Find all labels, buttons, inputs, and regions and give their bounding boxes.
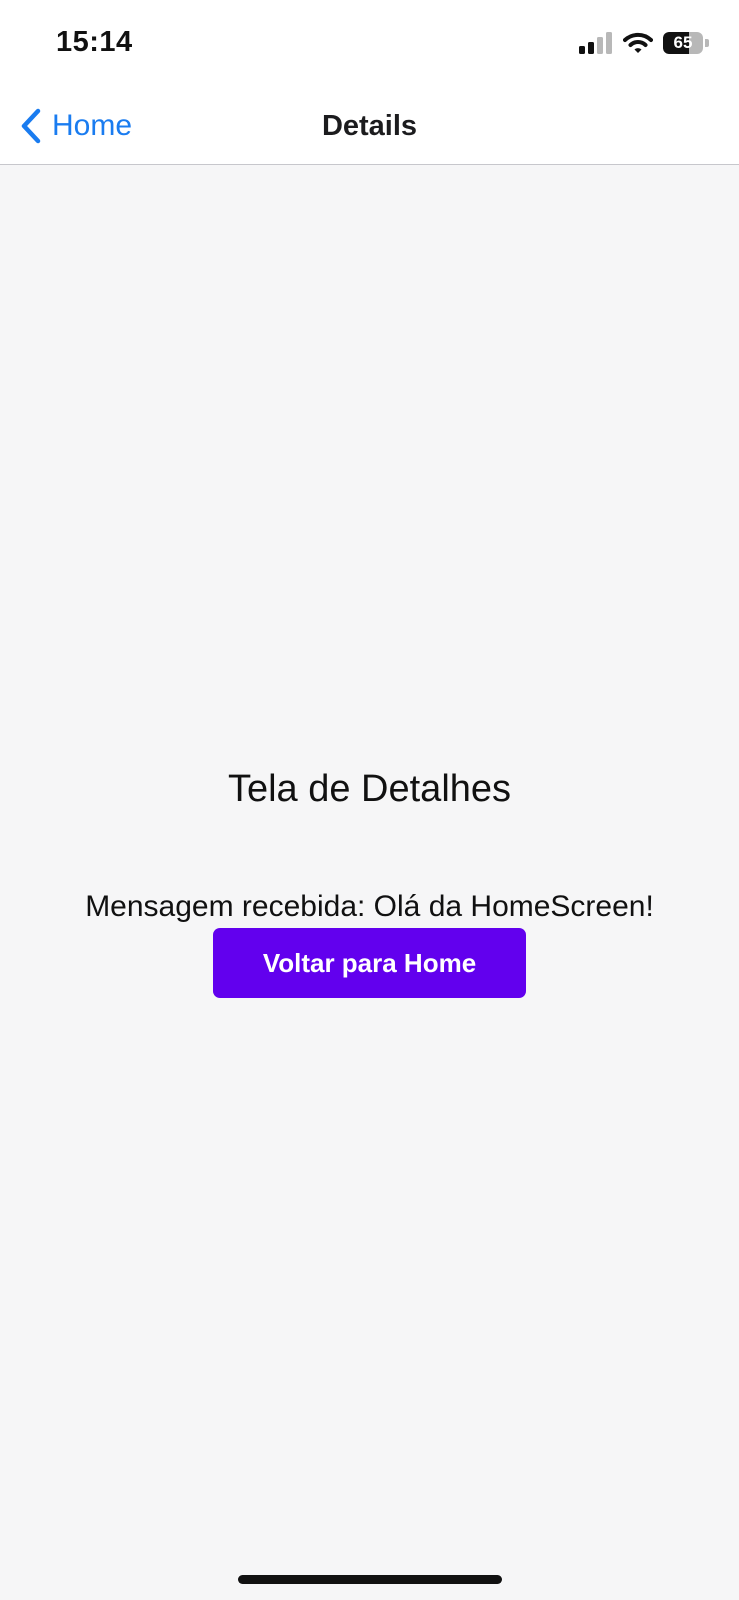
status-icons: 65 (579, 32, 709, 54)
battery-icon: 65 (663, 32, 709, 54)
battery-level: 65 (673, 33, 693, 52)
cellular-signal-icon (579, 32, 613, 54)
back-button[interactable]: Home (20, 106, 132, 146)
wifi-icon (623, 32, 653, 54)
back-label: Home (52, 109, 133, 142)
status-time: 15:14 (56, 26, 133, 58)
screen-heading: Tela de Detalhes (227, 768, 512, 810)
battery-body: 65 (663, 32, 703, 54)
navigation-bar: Home Details (0, 88, 739, 165)
battery-cap (705, 39, 709, 47)
status-bar: 15:14 65 (0, 0, 739, 88)
received-message: Mensagem recebida: Olá da HomeScreen! (85, 890, 654, 923)
home-indicator[interactable] (238, 1575, 502, 1584)
chevron-left-icon (20, 108, 42, 144)
back-to-home-button[interactable]: Voltar para Home (213, 928, 526, 998)
